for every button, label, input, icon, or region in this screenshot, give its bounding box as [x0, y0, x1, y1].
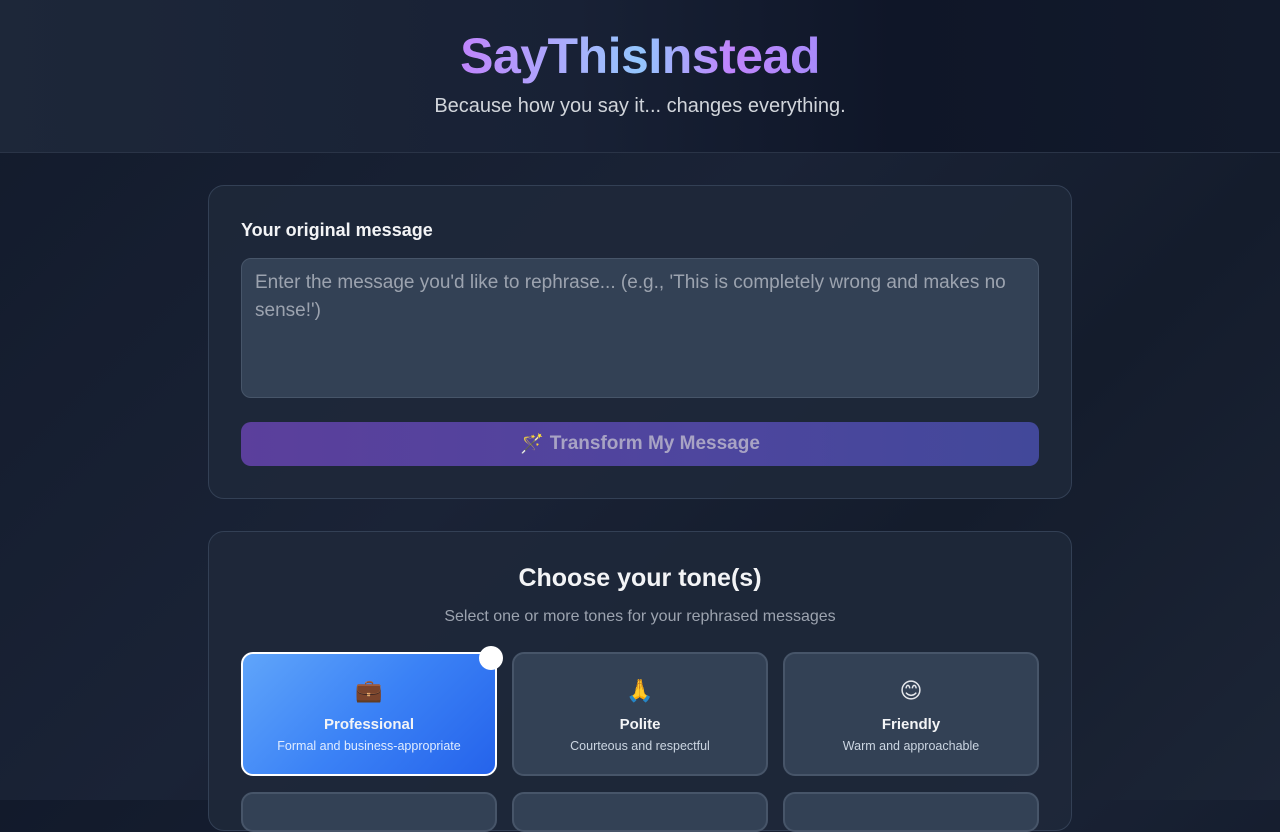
tone-name: Professional	[323, 716, 415, 733]
tone-option-friendly[interactable]: 😊 Friendly Warm and approachable	[783, 652, 1039, 776]
briefcase-icon: 💼	[355, 678, 383, 703]
transform-button-label: Transform My Message	[549, 433, 760, 454]
folded-hands-icon: 🙏	[626, 678, 654, 703]
tone-description: Courteous and respectful	[570, 739, 710, 753]
tone-option-row2-1[interactable]	[241, 792, 497, 832]
tone-description: Warm and approachable	[842, 739, 980, 753]
tone-option-row2-2[interactable]	[512, 792, 768, 832]
original-message-input[interactable]	[241, 258, 1039, 398]
app-tagline: Because how you say it... changes everyt…	[434, 95, 846, 117]
tone-name: Friendly	[881, 716, 941, 733]
tone-selection-card: Choose your tone(s) Select one or more t…	[208, 531, 1072, 832]
transform-message-button[interactable]: 🪄 Transform My Message	[241, 422, 1039, 466]
tone-option-polite[interactable]: 🙏 Polite Courteous and respectful	[512, 652, 768, 776]
tone-option-professional[interactable]: 💼 Professional Formal and business-appro…	[241, 646, 503, 776]
selected-check-icon	[479, 646, 503, 670]
tone-section-title: Choose your tone(s)	[518, 564, 762, 592]
message-input-card: Your original message 🪄 Transform My Mes…	[208, 185, 1072, 499]
magic-wand-icon: 🪄	[520, 434, 544, 455]
app-header: SayThisInstead Because how you say it...…	[0, 0, 1280, 153]
smiley-icon: 😊	[899, 678, 923, 703]
original-message-label: Your original message	[241, 220, 433, 240]
app-title: SayThisInstead	[460, 28, 820, 84]
tone-name: Polite	[619, 716, 661, 733]
tone-option-row2-3[interactable]	[783, 792, 1039, 832]
tone-description: Formal and business-appropriate	[277, 739, 461, 753]
tone-section-subtitle: Select one or more tones for your rephra…	[444, 608, 836, 625]
